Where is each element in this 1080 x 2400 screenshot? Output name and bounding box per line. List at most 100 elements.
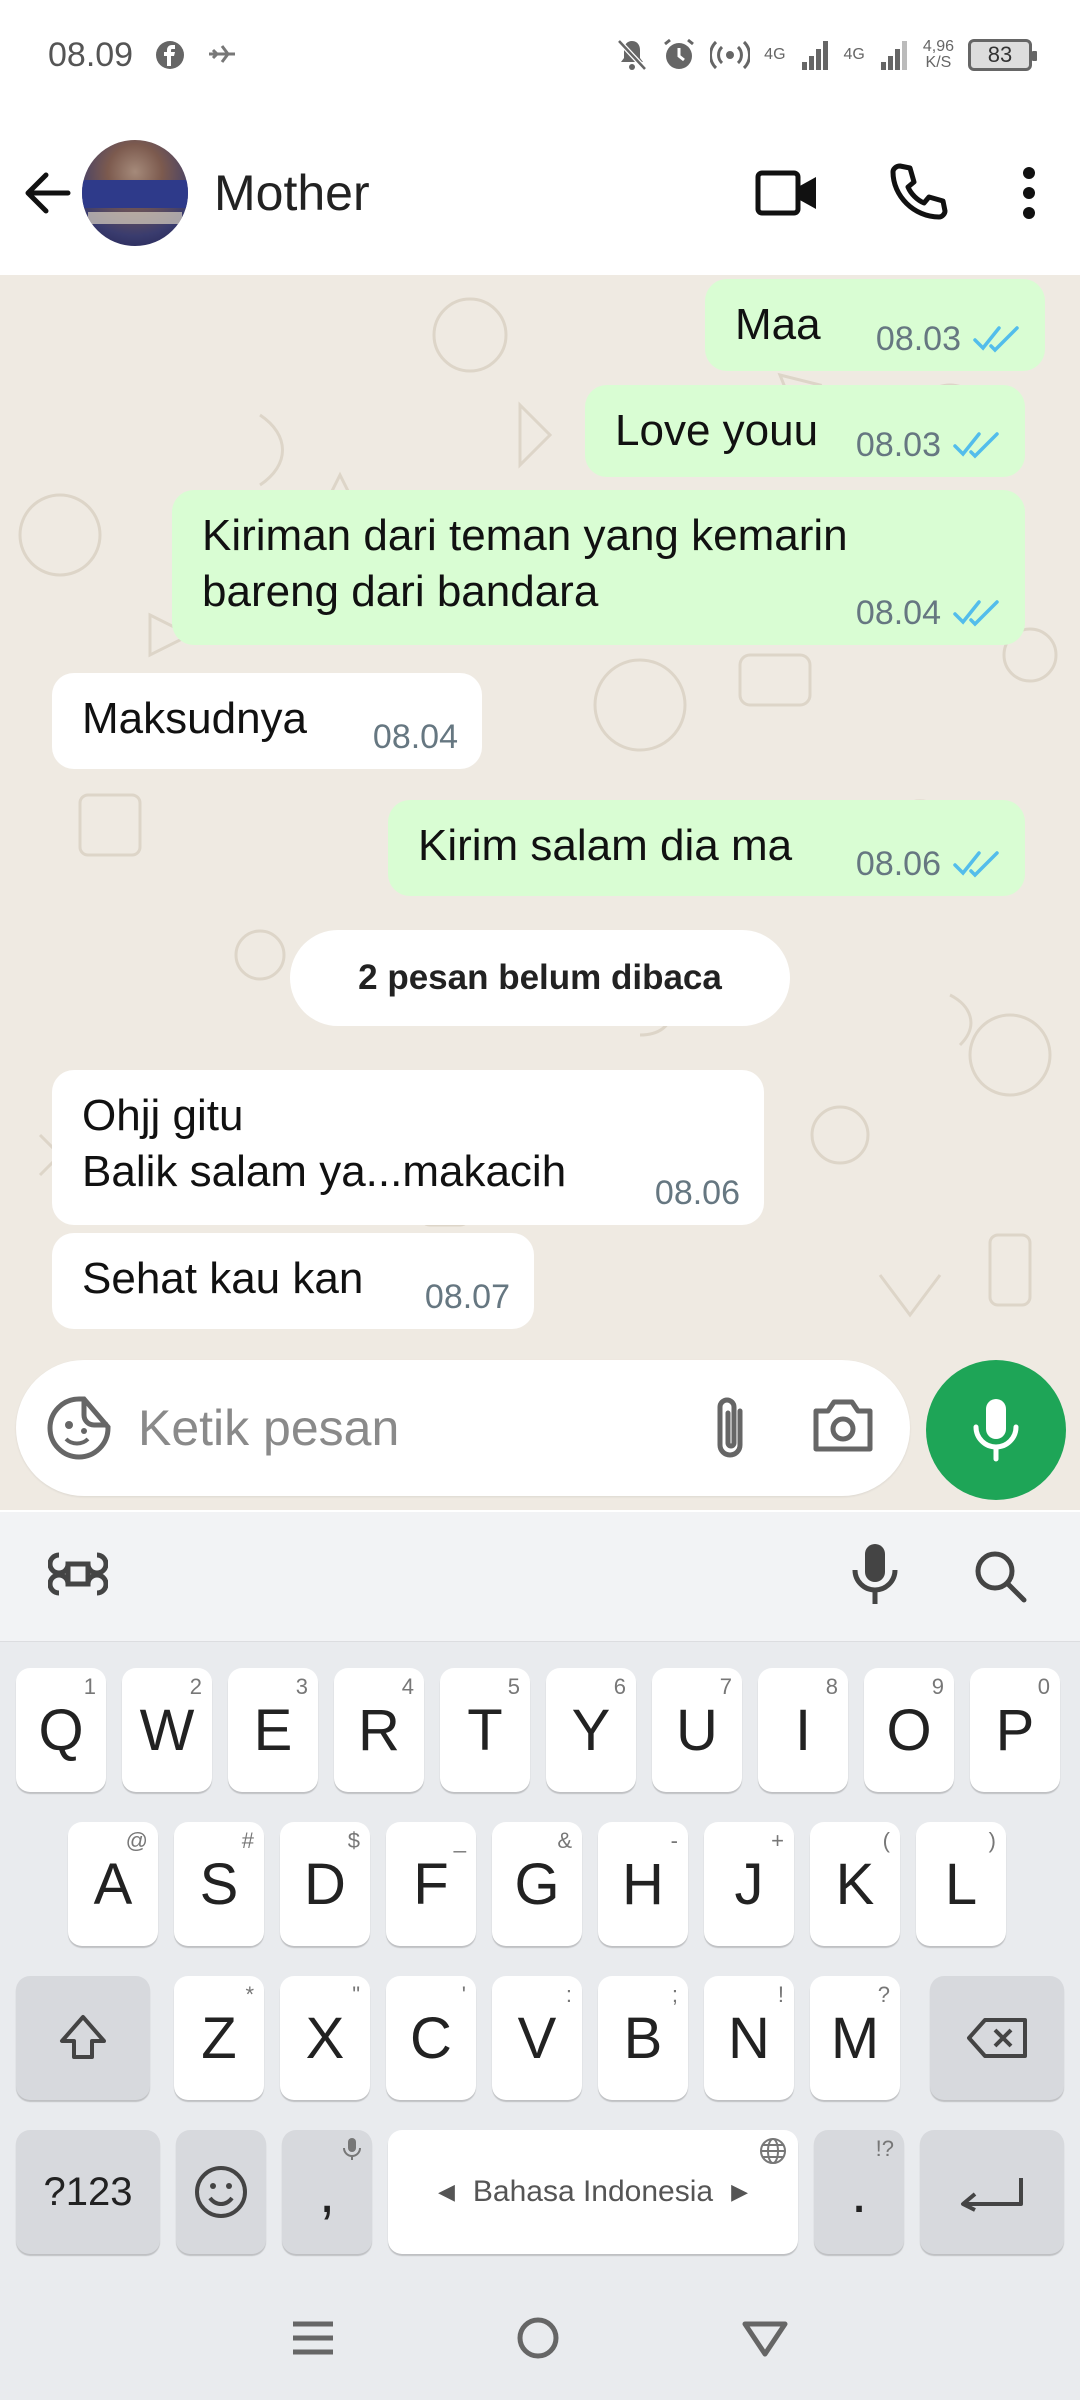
signal-icon-2 <box>879 38 909 72</box>
key-p[interactable]: P0 <box>970 1668 1060 1792</box>
key-m[interactable]: M? <box>810 1976 900 2100</box>
voice-message-button[interactable] <box>926 1360 1066 1500</box>
message-time: 08.03 <box>855 426 941 464</box>
smiley-icon <box>195 2166 247 2218</box>
keyboard: Q1 W2 E3 R4 T5 Y6 U7 I8 O9 P0 A @ S # D $ F… <box>0 1512 1080 2400</box>
key-b[interactable]: B; <box>598 1976 688 2100</box>
key-y[interactable]: Y6 <box>546 1668 636 1792</box>
key-a[interactable]: A @ <box>68 1822 158 1946</box>
more-options-icon[interactable] <box>994 158 1064 228</box>
message-text: Maa <box>735 300 821 349</box>
comma-key[interactable]: , <box>282 2130 372 2254</box>
key-e[interactable]: E3 <box>228 1668 318 1792</box>
video-call-icon[interactable] <box>752 158 822 228</box>
network-speed: 4,96 K/S <box>922 38 954 71</box>
message-outgoing[interactable]: Kirim salam dia ma 08.06 <box>388 800 1025 896</box>
backspace-key[interactable] <box>930 1976 1064 2100</box>
message-outgoing[interactable]: Maa 08.03 <box>705 279 1045 371</box>
chat-header: Mother <box>0 110 1080 275</box>
message-incoming[interactable]: Maksudnya 08.04 <box>52 673 482 769</box>
read-ticks-icon <box>953 432 999 459</box>
key-o[interactable]: O9 <box>864 1668 954 1792</box>
menu-nav-icon[interactable] <box>291 2318 335 2363</box>
space-language-label: Bahasa Indonesia <box>472 2175 714 2208</box>
key-u[interactable]: U7 <box>652 1668 742 1792</box>
message-input[interactable]: Ketik pesan <box>138 1399 706 1457</box>
chevron-right-icon: ▶ <box>731 2179 749 2204</box>
period-key[interactable]: .!? <box>814 2130 904 2254</box>
keyboard-apps-icon[interactable] <box>48 1544 108 1604</box>
key-h[interactable]: H- <box>598 1822 688 1946</box>
key-w[interactable]: W2 <box>122 1668 212 1792</box>
facebook-icon <box>155 40 185 70</box>
status-bar: 08.09 4G 4G 4,96 K/S 83 <box>0 0 1080 110</box>
message-text: Sehat kau kan <box>82 1254 364 1303</box>
key-v[interactable]: V: <box>492 1976 582 2100</box>
voice-typing-icon[interactable] <box>850 1540 900 1610</box>
globe-icon <box>760 2138 786 2164</box>
read-ticks-icon <box>953 600 999 627</box>
mic-hint-icon <box>343 2138 361 2160</box>
mute-icon <box>616 38 648 72</box>
attachment-icon[interactable] <box>706 1393 766 1463</box>
message-text-line: Balik salam ya...makacih <box>82 1147 567 1196</box>
symbols-key[interactable]: ?123 <box>16 2130 160 2254</box>
key-r[interactable]: R4 <box>334 1668 424 1792</box>
key-q[interactable]: Q1 <box>16 1668 106 1792</box>
key-g[interactable]: G & <box>492 1822 582 1946</box>
key-t[interactable]: T5 <box>440 1668 530 1792</box>
message-incoming[interactable]: Sehat kau kan 08.07 <box>52 1233 534 1329</box>
message-composer[interactable]: Ketik pesan <box>16 1360 910 1496</box>
message-time: 08.04 <box>372 718 458 756</box>
chat-area[interactable]: Maa 08.03 Love youu 08.03 Kiriman dari t… <box>0 275 1080 1510</box>
emoji-key[interactable] <box>176 2130 266 2254</box>
key-x[interactable]: X " <box>280 1976 370 2100</box>
key-j[interactable]: J + <box>704 1822 794 1946</box>
message-text: Kirim salam dia ma <box>418 821 793 870</box>
back-nav-icon[interactable] <box>741 2318 789 2363</box>
back-arrow-icon[interactable] <box>22 167 74 219</box>
message-text-line: Kiriman dari teman yang kemarin <box>202 511 848 560</box>
backspace-icon <box>967 2018 1027 2058</box>
key-c[interactable]: C ' <box>386 1976 476 2100</box>
home-nav-icon[interactable] <box>516 2316 560 2365</box>
search-icon[interactable] <box>972 1548 1028 1604</box>
message-text: Love youu <box>615 406 819 455</box>
message-text: Maksudnya <box>82 694 308 743</box>
key-k[interactable]: K( <box>810 1822 900 1946</box>
shift-key[interactable] <box>16 1976 150 2100</box>
network-type-1: 4G <box>764 46 786 63</box>
plane-icon <box>207 42 237 68</box>
camera-icon[interactable] <box>810 1395 876 1461</box>
chevron-left-icon: ◀ <box>437 2179 455 2204</box>
key-z[interactable]: Z * <box>174 1976 264 2100</box>
read-ticks-icon <box>973 326 1019 353</box>
message-time: 08.07 <box>424 1278 510 1316</box>
message-time: 08.03 <box>875 320 961 358</box>
key-i[interactable]: I8 <box>758 1668 848 1792</box>
sticker-emoji-icon[interactable] <box>44 1393 114 1463</box>
contact-avatar[interactable] <box>82 139 188 246</box>
status-time: 08.09 <box>48 35 134 74</box>
enter-key[interactable] <box>920 2130 1064 2254</box>
key-l[interactable]: L) <box>916 1822 1006 1946</box>
key-s[interactable]: S # <box>174 1822 264 1946</box>
signal-icon-1 <box>800 38 830 72</box>
system-navigation-bar <box>0 2280 1080 2400</box>
contact-name[interactable]: Mother <box>214 164 370 222</box>
keyboard-toolbar <box>0 1512 1080 1642</box>
message-incoming[interactable]: Ohjj gitu Balik salam ya...makacih 08.06 <box>52 1070 764 1225</box>
hotspot-icon <box>710 38 751 72</box>
message-outgoing[interactable]: Kiriman dari teman yang kemarin bareng d… <box>172 490 1025 645</box>
network-type-2: 4G <box>843 46 865 63</box>
battery-icon: 83 <box>968 39 1037 71</box>
key-d[interactable]: D $ <box>280 1822 370 1946</box>
key-n[interactable]: N! <box>704 1976 794 2100</box>
message-time: 08.06 <box>855 845 941 883</box>
space-key[interactable]: ◀ Bahasa Indonesia ▶ <box>388 2130 798 2254</box>
read-ticks-icon <box>953 851 999 878</box>
phone-call-icon[interactable] <box>882 158 952 228</box>
key-f[interactable]: F _ <box>386 1822 476 1946</box>
message-outgoing[interactable]: Love youu 08.03 <box>585 385 1025 477</box>
message-text-line: Ohjj gitu <box>82 1091 244 1140</box>
